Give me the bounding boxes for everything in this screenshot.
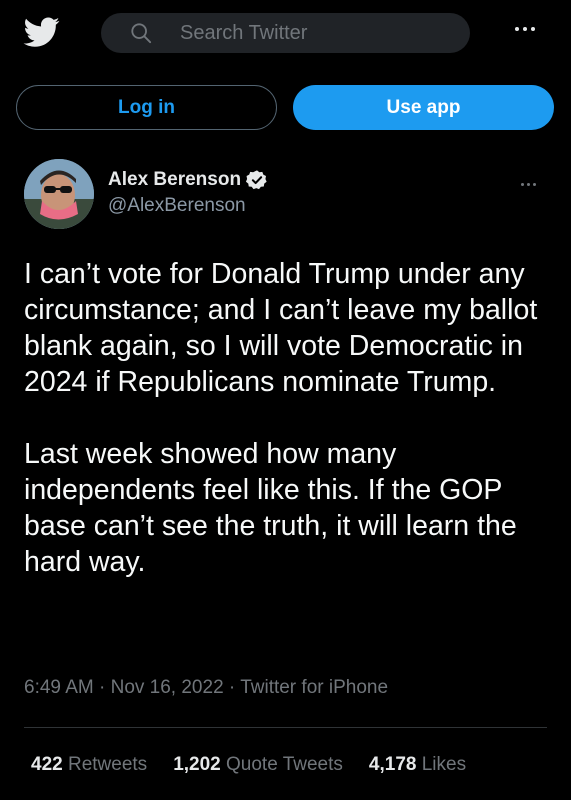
twitter-bird-icon[interactable]	[22, 14, 62, 50]
search-bar[interactable]: Search Twitter	[101, 13, 470, 53]
top-bar: Search Twitter	[0, 0, 571, 66]
divider	[24, 727, 547, 728]
stat-likes[interactable]: 4,178 Likes	[369, 754, 466, 776]
tweet-date[interactable]: Nov 16, 2022	[111, 677, 224, 698]
stat-label: Likes	[421, 754, 467, 775]
tweet-meta: 6:49 AM · Nov 16, 2022 · Twitter for iPh…	[24, 677, 388, 699]
stat-label: Quote Tweets	[226, 754, 343, 775]
tweet-source[interactable]: Twitter for iPhone	[240, 677, 388, 698]
tweet-time[interactable]: 6:49 AM	[24, 677, 94, 698]
tweet-stats: 422 Retweets 1,202 Quote Tweets 4,178 Li…	[31, 754, 466, 776]
meta-separator: ·	[228, 677, 241, 698]
tweet-more-icon[interactable]	[521, 181, 543, 187]
author-name[interactable]: Alex Berenson	[108, 169, 241, 191]
more-options-icon[interactable]	[515, 22, 541, 36]
meta-separator: ·	[99, 677, 111, 698]
author-handle[interactable]: @AlexBerenson	[108, 195, 268, 217]
stat-label: Retweets	[67, 754, 148, 775]
stat-count: 4,178	[368, 754, 417, 775]
stat-count: 422	[31, 754, 63, 775]
stat-quote-tweets[interactable]: 1,202 Quote Tweets	[173, 754, 343, 776]
verified-badge-icon	[246, 170, 267, 190]
tweet-author[interactable]: Alex Berenson @AlexBerenson	[108, 169, 268, 217]
avatar-image	[24, 159, 94, 229]
search-input[interactable]: Search Twitter	[180, 22, 307, 45]
stat-count: 1,202	[173, 754, 221, 775]
stat-retweets[interactable]: 422 Retweets	[31, 754, 147, 776]
tweet-text: I can’t vote for Donald Trump under any …	[24, 258, 538, 578]
use-app-button[interactable]: Use app	[293, 85, 554, 130]
avatar[interactable]	[24, 159, 94, 229]
search-icon	[131, 23, 152, 44]
login-button[interactable]: Log in	[16, 85, 277, 130]
